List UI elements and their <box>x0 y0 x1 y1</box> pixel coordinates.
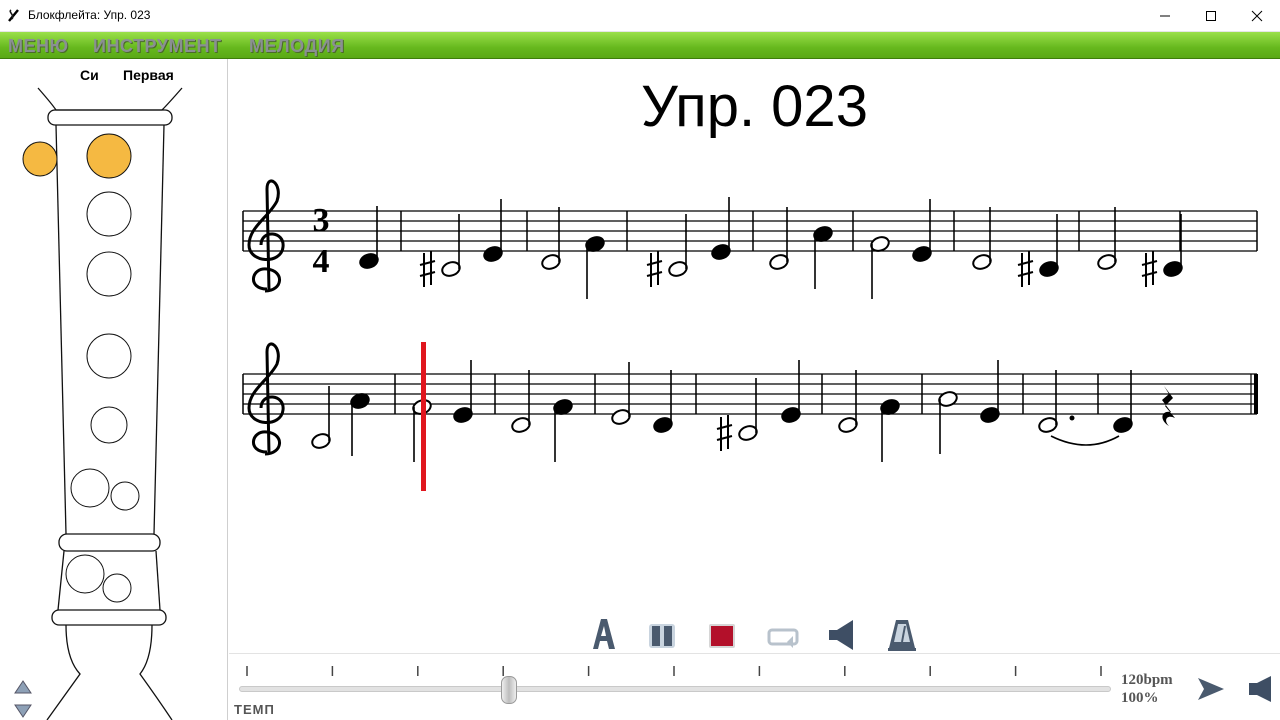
finger-hole-5[interactable] <box>90 406 128 444</box>
playback-cursor[interactable] <box>421 342 426 491</box>
time-signature-bottom: 4 <box>313 243 330 280</box>
letter-a-icon[interactable] <box>587 616 619 652</box>
thumb-hole[interactable] <box>22 141 58 177</box>
final-bar-thick <box>1254 374 1258 414</box>
sharp-sign <box>1141 251 1158 287</box>
menu-bar: МЕНЮ ИНСТРУМЕНТ МЕЛОДИЯ <box>0 32 1280 59</box>
pause-icon[interactable] <box>646 616 678 652</box>
sharp-sign <box>419 251 436 287</box>
tempo-label: ТЕМП <box>234 702 275 717</box>
scroll-arrows-icon[interactable] <box>12 679 34 719</box>
close-button[interactable] <box>1234 0 1280 32</box>
treble-clef <box>247 179 285 293</box>
finger-hole-3[interactable] <box>86 251 132 297</box>
window-title: Блокфлейта: Упр. 023 <box>28 8 151 22</box>
finger-holes <box>22 133 140 603</box>
tempo-slider-track[interactable] <box>239 686 1111 692</box>
title-bar: Блокфлейта: Упр. 023 <box>0 0 1280 32</box>
time-signature-top: 3 <box>313 202 330 239</box>
sharp-sign <box>646 251 663 287</box>
play-icon[interactable] <box>1195 674 1227 704</box>
dot <box>1069 415 1075 421</box>
repeat-icon[interactable] <box>767 616 799 652</box>
metronome-icon[interactable] <box>886 616 918 652</box>
sharp-sign <box>716 415 733 451</box>
score-area: Упр. 023 3 4 <box>229 59 1280 649</box>
minimize-icon <box>1160 15 1170 17</box>
score-sheet: 3 4 <box>242 179 1258 491</box>
playback-toolbar <box>229 612 1280 654</box>
finger-hole-7b[interactable] <box>102 573 132 603</box>
menu-item-melody[interactable]: МЕЛОДИЯ <box>249 36 345 57</box>
tempo-percent: 100% <box>1121 690 1159 706</box>
stop-icon[interactable] <box>706 616 738 652</box>
tempo-slider-thumb[interactable] <box>501 676 518 704</box>
recorder-app-icon <box>8 9 19 22</box>
tempo-bar: ТЕМП 120bpm 100% <box>229 653 1280 720</box>
minimize-button[interactable] <box>1142 0 1188 32</box>
tie <box>1050 435 1120 446</box>
sharp-sign <box>1017 251 1034 287</box>
app-window: Блокфлейта: Упр. 023 МЕНЮ ИНСТРУМЕНТ МЕЛ… <box>0 0 1280 720</box>
maximize-icon <box>1206 11 1216 21</box>
finger-hole-1[interactable] <box>86 133 132 179</box>
speaker-icon[interactable] <box>826 616 858 652</box>
finger-hole-6a[interactable] <box>70 468 110 508</box>
close-icon <box>1251 10 1263 22</box>
menu-item-instrument[interactable]: ИНСТРУМЕНТ <box>93 36 221 57</box>
finger-hole-7a[interactable] <box>65 554 105 594</box>
menu-item-menu[interactable]: МЕНЮ <box>8 36 69 57</box>
treble-clef <box>247 342 285 456</box>
quarter-rest <box>1162 386 1175 426</box>
maximize-button[interactable] <box>1188 0 1234 32</box>
tempo-ticks <box>246 666 1102 676</box>
bpm-value: 120bpm <box>1121 672 1173 688</box>
finger-hole-6b[interactable] <box>110 481 140 511</box>
fingering-panel: Си Первая <box>0 59 228 720</box>
next-icon[interactable] <box>1245 674 1277 704</box>
finger-hole-4[interactable] <box>86 333 132 379</box>
staff-system <box>242 179 1258 462</box>
finger-hole-2[interactable] <box>86 191 132 237</box>
